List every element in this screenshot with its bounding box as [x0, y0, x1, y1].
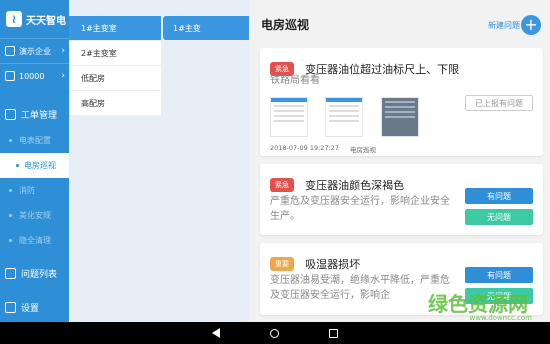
nav-section-workorder[interactable]: 工单管理 [0, 100, 69, 128]
page-title: 电房巡视 [261, 17, 310, 32]
watermark: 绿色资源网 [428, 292, 528, 316]
room-item[interactable]: 2#主变室 [69, 41, 161, 65]
user-icon [5, 46, 15, 56]
left-nav: ≀ 天天智电 演示企业 › 10000 › 工单管理 电表配置 电房巡视 消防 … [0, 0, 69, 322]
issue-title: 吸湿器损坏 [305, 257, 361, 271]
chevron-right-icon: › [61, 46, 65, 56]
room-item[interactable]: 高配房 [69, 91, 161, 115]
number-label: 10000 [19, 71, 45, 81]
chevron-right-icon: › [61, 71, 65, 81]
brand: ≀ 天天智电 [0, 0, 69, 38]
photo-thumbnail[interactable] [270, 97, 308, 137]
nav-item-fire[interactable]: 消防 [0, 178, 69, 203]
nav-item-room-patrol[interactable]: 电房巡视 [0, 153, 69, 178]
add-issue-button[interactable]: + [521, 15, 541, 35]
folder-icon [5, 71, 15, 81]
nav-item-beautify[interactable]: 美化安规 [0, 203, 69, 228]
issue-title: 变压器油位超过油标尺上、下限 [305, 62, 460, 76]
room-item[interactable]: 1#主变室 [69, 16, 161, 40]
issue-desc: 铁路局看看 [270, 75, 320, 86]
account-selector[interactable]: 演示企业 › [0, 38, 69, 63]
category-label: 电房巡视 [350, 146, 376, 154]
nav-section-label: 工单管理 [21, 110, 58, 121]
reported-button[interactable]: 已上报有问题 [465, 95, 533, 111]
issue-card[interactable]: 紧急 变压器油位超过油标尺上、下限 铁路局看看 2018-07-09 19:27… [260, 48, 543, 156]
nav-section-issues[interactable]: 问题列表 [0, 259, 69, 287]
timestamp: 2018-07-09 19:27:27 [270, 144, 340, 152]
app-name: 天天智电 [26, 15, 66, 27]
nav-item-cleanup[interactable]: 隐全清理 [0, 228, 69, 253]
photo-thumbnail[interactable] [381, 97, 419, 137]
checkbox-icon [5, 267, 16, 279]
app-logo-icon: ≀ [6, 11, 22, 27]
photo-thumbnail[interactable] [325, 97, 363, 137]
main-panel: 电房巡视 新建问题 + 紧急 变压器油位超过油标尺上、下限 铁路局看看 2018… [250, 0, 550, 322]
main-header: 电房巡视 新建问题 + [250, 0, 550, 48]
back-icon[interactable] [212, 328, 220, 338]
device-list: 1#主变 [161, 0, 249, 322]
number-selector[interactable]: 10000 › [0, 63, 69, 88]
has-issue-button[interactable]: 有问题 [465, 267, 533, 283]
no-issue-button[interactable]: 无问题 [465, 209, 533, 225]
device-item[interactable]: 1#主变 [163, 16, 249, 40]
issue-title: 变压器油颜色深褐色 [305, 178, 405, 192]
nav-section-label: 设置 [21, 303, 40, 314]
issue-card[interactable]: 紧急 变压器油颜色深褐色 严重危及变压器安全运行，影响企业安全生产。 有问题 无… [260, 164, 543, 235]
important-badge: 重要 [270, 256, 294, 271]
has-issue-button[interactable]: 有问题 [465, 188, 533, 204]
nav-section-label: 问题列表 [21, 269, 58, 280]
room-item[interactable]: 低配房 [69, 66, 161, 90]
home-icon[interactable] [270, 328, 279, 338]
nav-item-meter-config[interactable]: 电表配置 [0, 128, 69, 153]
nav-section-settings[interactable]: 设置 [0, 293, 69, 321]
system-nav-bar [0, 322, 550, 344]
new-issue-link[interactable]: 新建问题 [488, 20, 520, 31]
urgent-badge: 紧急 [270, 177, 294, 192]
recent-apps-icon[interactable] [329, 328, 338, 338]
watermark-url: www.downcc.com [469, 314, 532, 322]
gear-icon [5, 301, 16, 313]
room-list: 1#主变室 2#主变室 低配房 高配房 [69, 0, 161, 322]
account-label: 演示企业 [19, 46, 51, 56]
workorder-icon [5, 108, 16, 120]
issue-desc: 严重危及变压器安全运行，影响企业安全生产。 [270, 196, 450, 222]
